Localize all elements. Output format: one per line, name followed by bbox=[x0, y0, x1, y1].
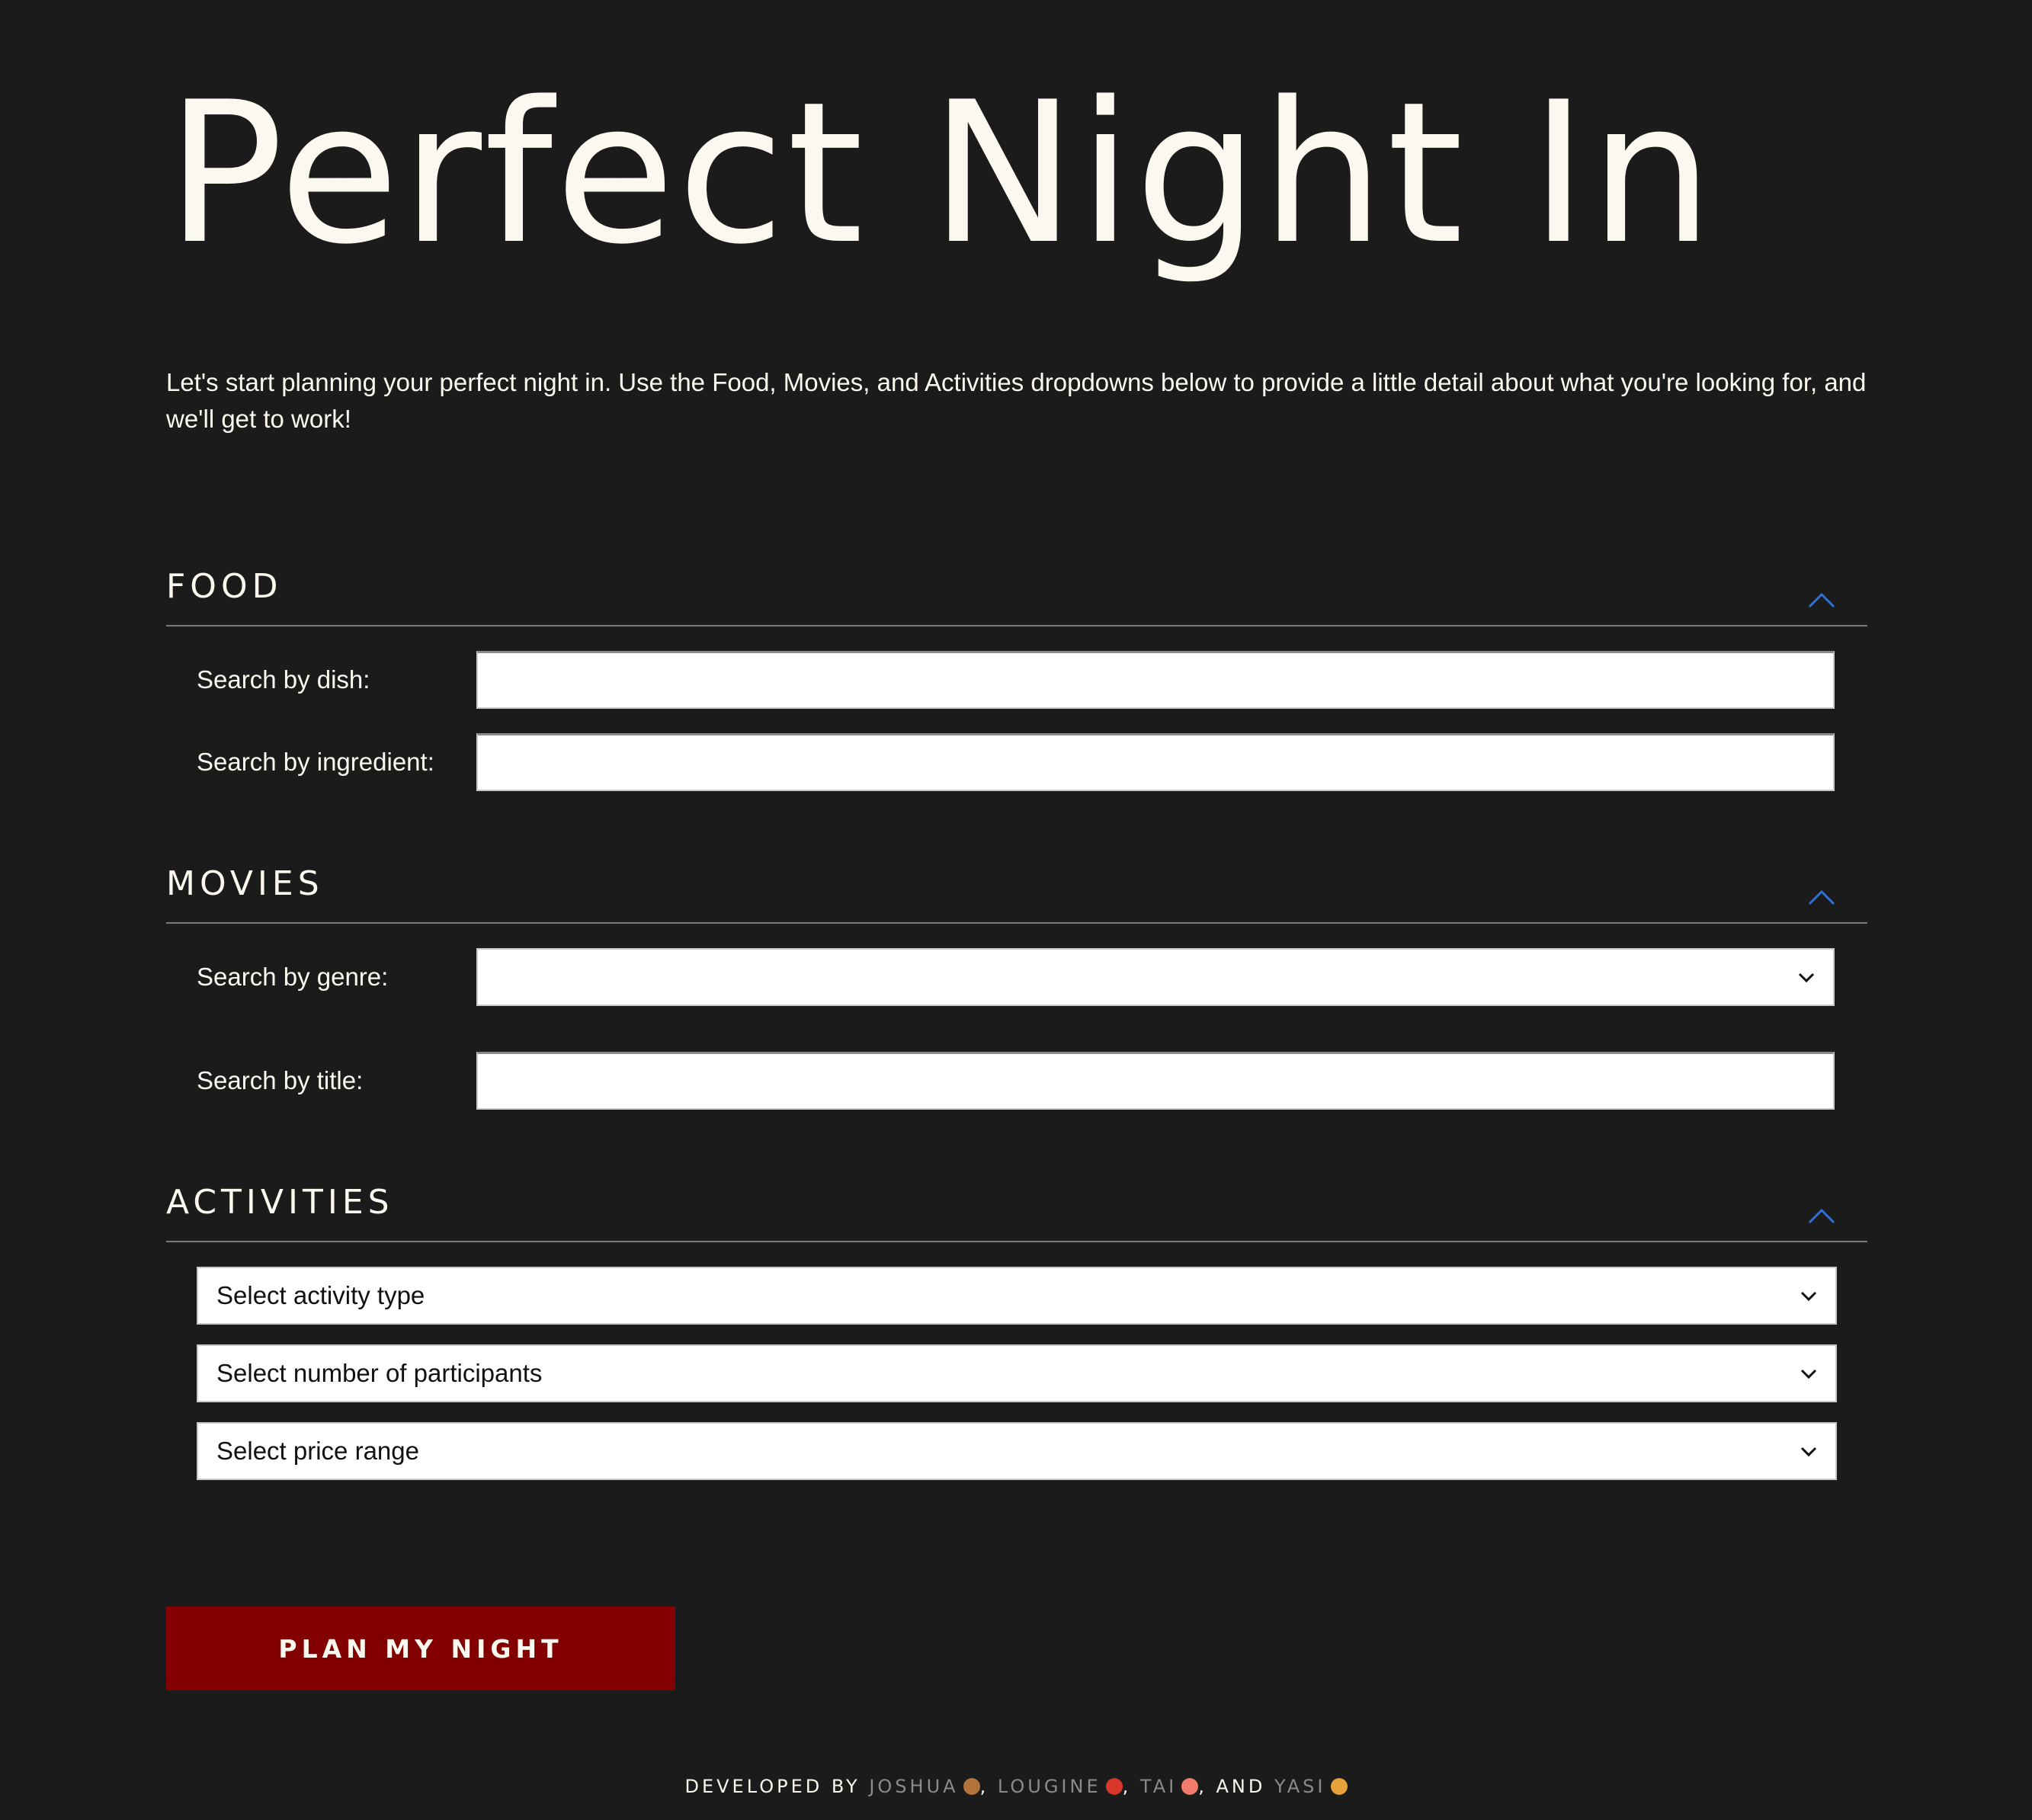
activity-type-value: Select activity type bbox=[216, 1281, 425, 1309]
footer-separator: , bbox=[979, 1776, 989, 1797]
developer-link-tai[interactable]: TAI bbox=[1140, 1776, 1177, 1797]
page-title: Perfect Night In bbox=[166, 60, 1716, 287]
sushi-icon bbox=[1181, 1778, 1199, 1795]
dish-search-input[interactable] bbox=[476, 651, 1835, 709]
chevron-up-icon[interactable] bbox=[1808, 889, 1835, 907]
developer-link-joshua[interactable]: JOSHUA bbox=[869, 1776, 958, 1797]
dish-label: Search by dish: bbox=[197, 665, 370, 694]
food-section-title: FOOD bbox=[166, 567, 283, 606]
ingredient-search-input[interactable] bbox=[476, 733, 1835, 791]
intro-text: Let's start planning your perfect night … bbox=[166, 368, 1867, 433]
genre-field-row: Search by genre: bbox=[166, 948, 1867, 1006]
lobster-icon bbox=[1105, 1778, 1123, 1795]
price-range-select[interactable]: Select price range bbox=[197, 1422, 1837, 1480]
chevron-up-icon[interactable] bbox=[1808, 1207, 1835, 1226]
participants-select[interactable]: Select number of participants bbox=[197, 1344, 1837, 1402]
price-range-value: Select price range bbox=[216, 1437, 419, 1465]
footer-and: AND bbox=[1216, 1776, 1266, 1797]
plan-my-night-button[interactable]: PLAN MY NIGHT bbox=[166, 1607, 675, 1690]
activity-type-select[interactable]: Select activity type bbox=[197, 1267, 1837, 1325]
footer: DEVELOPED BY JOSHUA, LOUGINE, TAI, AND Y… bbox=[0, 1776, 2032, 1797]
ingredient-label: Search by ingredient: bbox=[197, 748, 434, 776]
donut-icon bbox=[963, 1778, 980, 1795]
chevron-down-icon bbox=[1800, 1291, 1817, 1302]
footer-separator: , bbox=[1122, 1776, 1132, 1797]
footer-separator: , bbox=[1198, 1776, 1207, 1797]
chevron-down-icon bbox=[1798, 972, 1815, 983]
food-section-header[interactable]: FOOD bbox=[166, 561, 1867, 626]
movies-section: MOVIES Search by genre: Search by title: bbox=[166, 858, 1867, 1110]
genre-label: Search by genre: bbox=[197, 963, 389, 991]
chevron-down-icon bbox=[1800, 1369, 1817, 1379]
pizza-icon bbox=[1330, 1778, 1348, 1795]
activities-section-title: ACTIVITIES bbox=[166, 1183, 394, 1222]
participants-value: Select number of participants bbox=[216, 1359, 543, 1387]
chevron-down-icon bbox=[1800, 1447, 1817, 1457]
developer-link-lougine[interactable]: LOUGINE bbox=[998, 1776, 1101, 1797]
price-range-row: Select price range bbox=[166, 1422, 1867, 1480]
movies-section-header[interactable]: MOVIES bbox=[166, 858, 1867, 924]
activities-section: ACTIVITIES Select activity type Select n… bbox=[166, 1177, 1867, 1480]
genre-select[interactable] bbox=[476, 948, 1835, 1006]
page-body: { "page": { "title": "Perfect Night In",… bbox=[0, 0, 2032, 1820]
activities-section-header[interactable]: ACTIVITIES bbox=[166, 1177, 1867, 1242]
food-section: FOOD Search by dish: Search by ingredien… bbox=[166, 561, 1867, 791]
dish-field-row: Search by dish: bbox=[166, 651, 1867, 709]
chevron-up-icon[interactable] bbox=[1808, 591, 1835, 610]
participants-row: Select number of participants bbox=[166, 1344, 1867, 1402]
footer-prefix: DEVELOPED BY bbox=[684, 1776, 861, 1797]
movies-section-title: MOVIES bbox=[166, 864, 324, 903]
movie-title-label: Search by title: bbox=[197, 1066, 364, 1094]
developer-link-yasi[interactable]: YASI bbox=[1274, 1776, 1326, 1797]
title-field-row: Search by title: bbox=[166, 1052, 1867, 1110]
ingredient-field-row: Search by ingredient: bbox=[166, 733, 1867, 791]
activity-type-row: Select activity type bbox=[166, 1267, 1867, 1325]
movie-title-search-input[interactable] bbox=[476, 1052, 1835, 1110]
